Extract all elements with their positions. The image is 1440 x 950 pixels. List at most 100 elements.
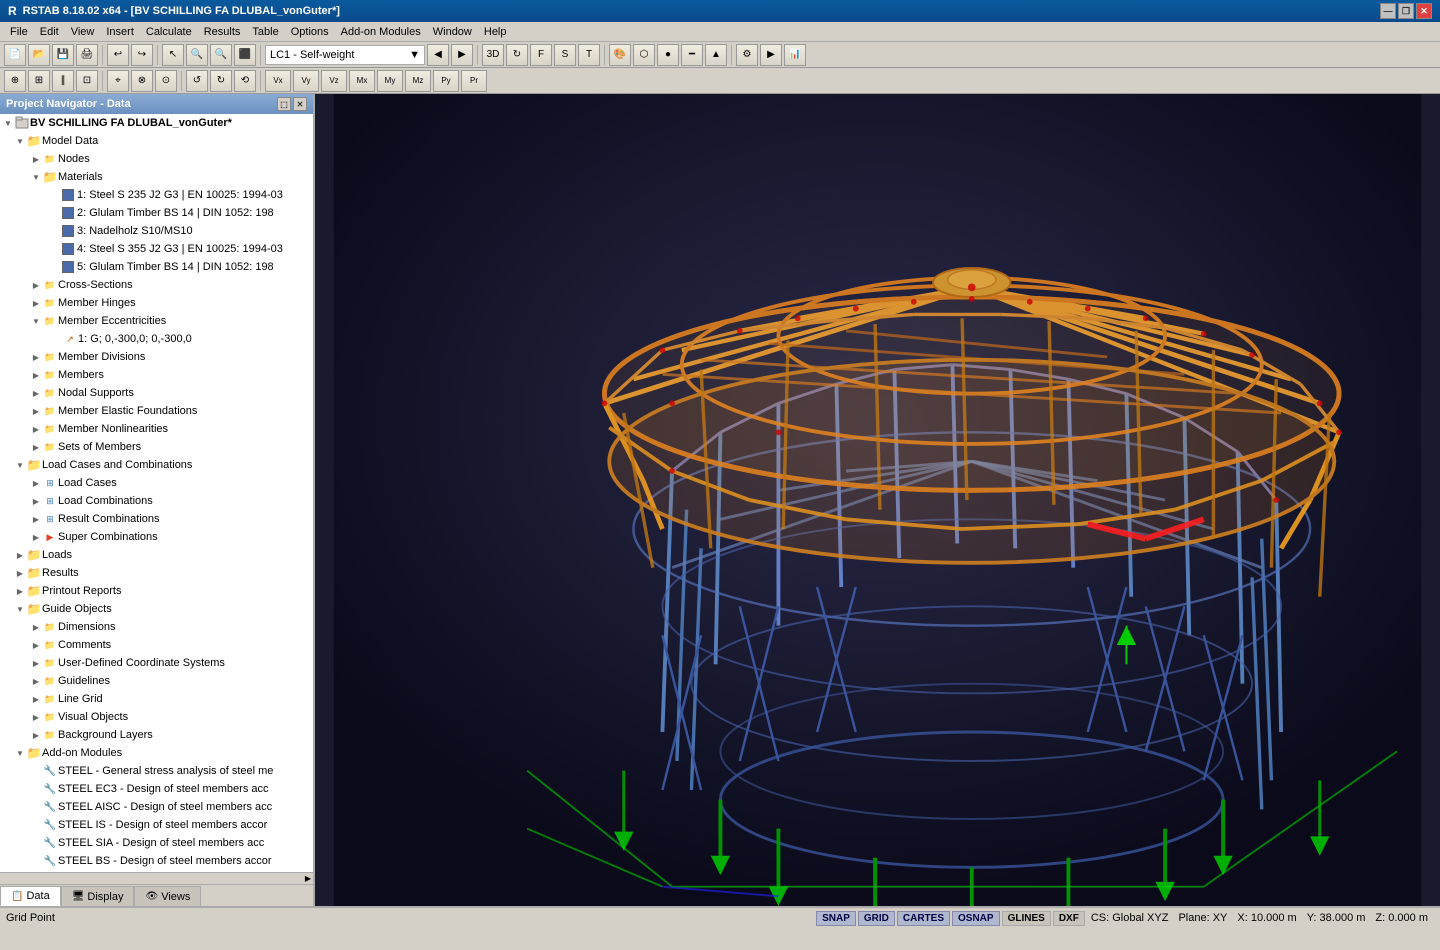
expand-member-divisions[interactable]: ▶ — [30, 351, 42, 363]
tb-save[interactable]: 💾 — [52, 44, 74, 66]
tree-item-load-cases[interactable]: ▼ 📁 Load Cases and Combinations — [0, 456, 313, 474]
snap-btn-osnap[interactable]: OSNAP — [952, 911, 1000, 926]
tb2-rot1[interactable]: ↺ — [186, 70, 208, 92]
tb-undo[interactable]: ↩ — [107, 44, 129, 66]
tree-item-member-eccentricities[interactable]: ▼ 📁 Member Eccentricities — [0, 312, 313, 330]
tb-3d[interactable]: 3D — [482, 44, 504, 66]
tb2-py[interactable]: Py — [433, 70, 459, 92]
tree-item-result-combinations[interactable]: ▶ ⊞ Result Combinations — [0, 510, 313, 528]
tb-calc[interactable]: ▶ — [760, 44, 782, 66]
tree-item-steel-sia[interactable]: 🔧 STEEL SIA - Design of steel members ac… — [0, 834, 313, 852]
tb2-3[interactable]: ∥ — [52, 70, 74, 92]
tb-front[interactable]: F — [530, 44, 552, 66]
tree-item-mat4[interactable]: 4: Steel S 355 J2 G3 | EN 10025: 1994-03 — [0, 240, 313, 258]
tb2-rot3[interactable]: ⟲ — [234, 70, 256, 92]
expand-nodal-supports[interactable]: ▶ — [30, 387, 42, 399]
tb2-vx[interactable]: Vx — [265, 70, 291, 92]
tb2-mz[interactable]: Mz — [405, 70, 431, 92]
tb-fit[interactable]: ⬛ — [234, 44, 256, 66]
tb-result[interactable]: 📊 — [784, 44, 806, 66]
snap-btn-snap[interactable]: SNAP — [816, 911, 856, 926]
tb-new[interactable]: 📄 — [4, 44, 26, 66]
expand-load-cases[interactable]: ▼ — [14, 459, 26, 471]
tree-item-guidelines[interactable]: ▶ 📁 Guidelines — [0, 672, 313, 690]
tree-item-mat5[interactable]: 5: Glulam Timber BS 14 | DIN 1052: 198 — [0, 258, 313, 276]
tree-item-root[interactable]: ▼ BV SCHILLING FA DLUBAL_vonGuter* — [0, 114, 313, 132]
tree-item-mat2[interactable]: 2: Glulam Timber BS 14 | DIN 1052: 198 — [0, 204, 313, 222]
expand-result-combinations[interactable]: ▶ — [30, 513, 42, 525]
expand-root[interactable]: ▼ — [2, 117, 14, 129]
expand-addon-modules[interactable]: ▼ — [14, 747, 26, 759]
tree-item-sets-of-members[interactable]: ▶ 📁 Sets of Members — [0, 438, 313, 456]
tree-item-member-hinges[interactable]: ▶ 📁 Member Hinges — [0, 294, 313, 312]
minimize-button[interactable]: — — [1380, 3, 1396, 19]
expand-user-coord[interactable]: ▶ — [30, 657, 42, 669]
menu-edit[interactable]: Edit — [34, 24, 65, 40]
tree-item-member-divisions[interactable]: ▶ 📁 Member Divisions — [0, 348, 313, 366]
expand-line-grid[interactable]: ▶ — [30, 693, 42, 705]
tree-item-steel-is[interactable]: 🔧 STEEL IS - Design of steel members acc… — [0, 816, 313, 834]
expand-member-elastic[interactable]: ▶ — [30, 405, 42, 417]
tb-open[interactable]: 📂 — [28, 44, 50, 66]
tb-top[interactable]: T — [578, 44, 600, 66]
tree-item-mat3[interactable]: 3: Nadelholz S10/MS10 — [0, 222, 313, 240]
tree-item-comments[interactable]: ▶ 📁 Comments — [0, 636, 313, 654]
snap-btn-dxf[interactable]: DXF — [1053, 911, 1085, 926]
snap-btn-cartes[interactable]: CARTES — [897, 911, 950, 926]
expand-load-combinations[interactable]: ▶ — [30, 495, 42, 507]
tree-item-steel-bs[interactable]: 🔧 STEEL BS - Design of steel members acc… — [0, 852, 313, 870]
tb-settings[interactable]: ⚙ — [736, 44, 758, 66]
expand-member-hinges[interactable]: ▶ — [30, 297, 42, 309]
tb2-5[interactable]: ⌖ — [107, 70, 129, 92]
expand-comments[interactable]: ▶ — [30, 639, 42, 651]
tb-next-lc[interactable]: ▶ — [451, 44, 473, 66]
expand-member-nonlinearities[interactable]: ▶ — [30, 423, 42, 435]
tree-item-steel-aisc[interactable]: 🔧 STEEL AISC - Design of steel members a… — [0, 798, 313, 816]
expand-nodes[interactable]: ▶ — [30, 153, 42, 165]
tree-item-addon-modules[interactable]: ▼ 📁 Add-on Modules — [0, 744, 313, 762]
expand-results[interactable]: ▶ — [14, 567, 26, 579]
panel-close[interactable]: ✕ — [293, 97, 307, 111]
tb2-pr[interactable]: Pr — [461, 70, 487, 92]
panel-undock[interactable]: ⬚ — [277, 97, 291, 111]
tree-item-printout-reports[interactable]: ▶ 📁 Printout Reports — [0, 582, 313, 600]
tb-print[interactable]: 🖨 — [76, 44, 98, 66]
expand-model-data[interactable]: ▼ — [14, 135, 26, 147]
menu-addon[interactable]: Add-on Modules — [335, 24, 427, 40]
tree-item-mat1[interactable]: 1: Steel S 235 J2 G3 | EN 10025: 1994-03 — [0, 186, 313, 204]
expand-printout-reports[interactable]: ▶ — [14, 585, 26, 597]
menu-view[interactable]: View — [65, 24, 101, 40]
tree-item-visual-objects[interactable]: ▶ 📁 Visual Objects — [0, 708, 313, 726]
expand-sets-of-members[interactable]: ▶ — [30, 441, 42, 453]
tree-item-dimensions[interactable]: ▶ 📁 Dimensions — [0, 618, 313, 636]
tree-item-lc-cases[interactable]: ▶ ⊞ Load Cases — [0, 474, 313, 492]
expand-visual-objects[interactable]: ▶ — [30, 711, 42, 723]
menu-table[interactable]: Table — [246, 24, 284, 40]
restore-button[interactable]: ❐ — [1398, 3, 1414, 19]
load-case-dropdown[interactable]: LC1 - Self-weight ▼ — [265, 45, 425, 65]
tb2-4[interactable]: ⊡ — [76, 70, 98, 92]
menu-window[interactable]: Window — [427, 24, 478, 40]
tb-nodes-show[interactable]: ● — [657, 44, 679, 66]
tb2-mx[interactable]: Mx — [349, 70, 375, 92]
snap-btn-glines[interactable]: GLINES — [1002, 911, 1051, 926]
expand-dimensions[interactable]: ▶ — [30, 621, 42, 633]
tree-item-cross-sections[interactable]: ▶ 📁 Cross-Sections — [0, 276, 313, 294]
tree-hscroll[interactable]: ▶ — [0, 872, 313, 884]
tree-item-ecc1[interactable]: ↗ 1: G; 0,-300,0; 0,-300,0 — [0, 330, 313, 348]
tb2-2[interactable]: ⊞ — [28, 70, 50, 92]
menu-help[interactable]: Help — [478, 24, 513, 40]
tree-item-nodes[interactable]: ▶ 📁 Nodes — [0, 150, 313, 168]
tree-item-user-coord[interactable]: ▶ 📁 User-Defined Coordinate Systems — [0, 654, 313, 672]
tree-item-steel-general[interactable]: 🔧 STEEL - General stress analysis of ste… — [0, 762, 313, 780]
expand-member-eccentricities[interactable]: ▼ — [30, 315, 42, 327]
snap-btn-grid[interactable]: GRID — [858, 911, 895, 926]
tb2-vz[interactable]: Vz — [321, 70, 347, 92]
tb-select[interactable]: ↖ — [162, 44, 184, 66]
tb-rotate[interactable]: ↻ — [506, 44, 528, 66]
expand-super-combinations[interactable]: ▶ — [30, 531, 42, 543]
tree-item-super-combinations[interactable]: ▶ ▶ Super Combinations — [0, 528, 313, 546]
tb-members-show[interactable]: ━ — [681, 44, 703, 66]
tab-data[interactable]: 📋 Data — [0, 886, 61, 906]
tree-item-guide-objects[interactable]: ▼ 📁 Guide Objects — [0, 600, 313, 618]
